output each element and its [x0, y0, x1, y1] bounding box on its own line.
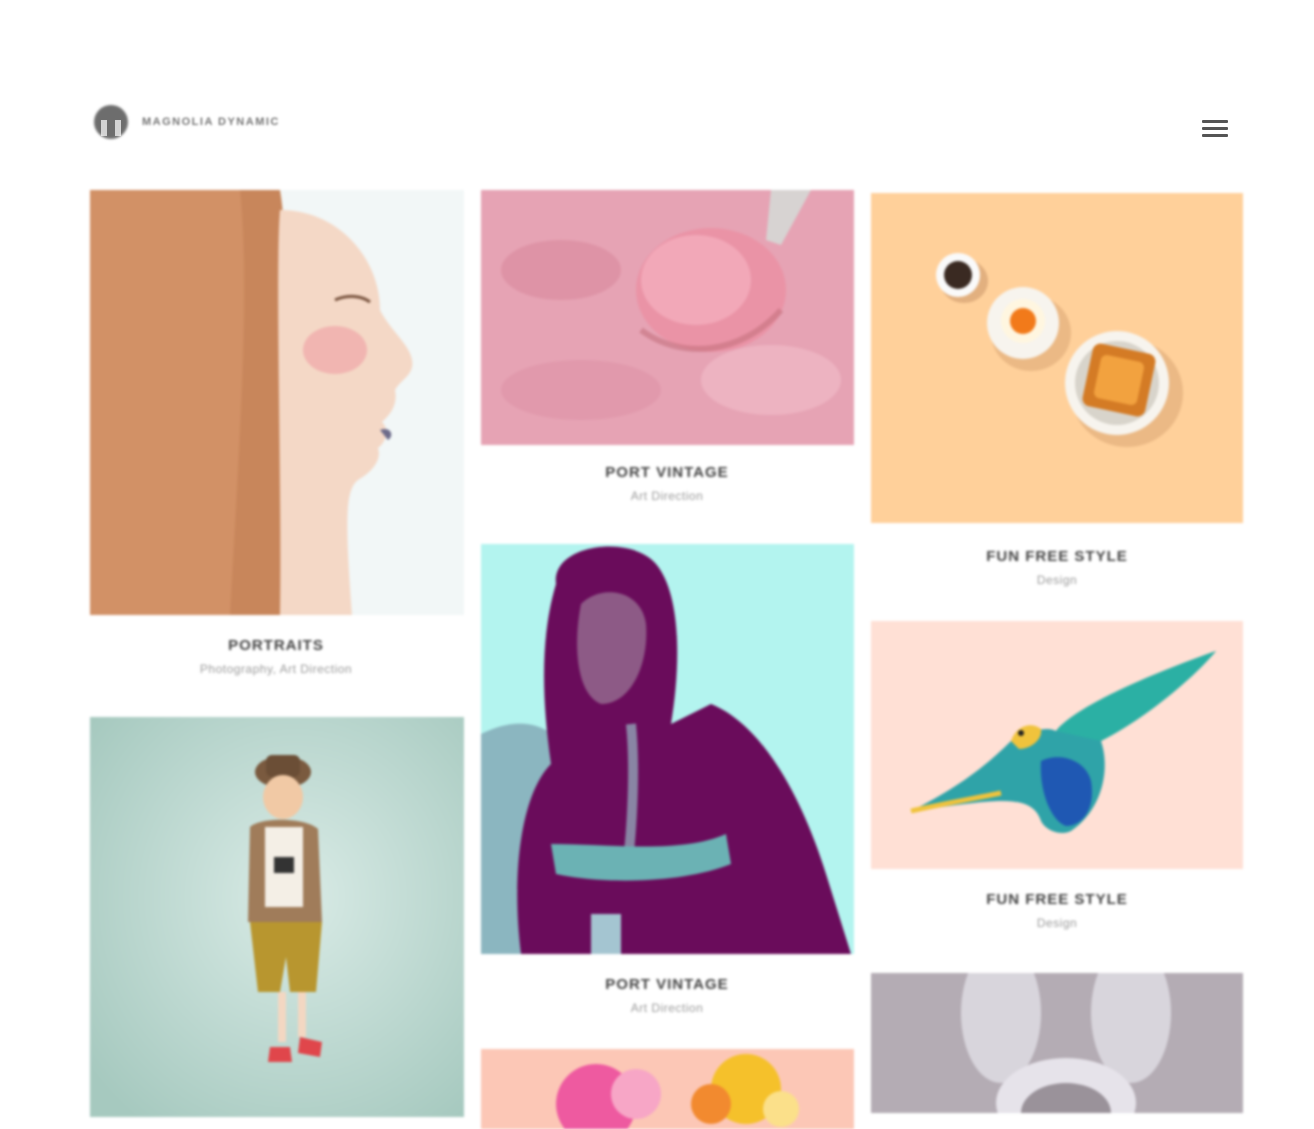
portfolio-item-category: Photography, Art Direction: [199, 662, 353, 676]
portfolio-item-category: Art Direction: [630, 489, 704, 503]
portfolio-item-child-image[interactable]: [90, 717, 464, 1117]
portfolio-item-ice-cream-image[interactable]: [481, 190, 854, 445]
portfolio-item-title[interactable]: FUN FREE STYLE: [871, 548, 1243, 565]
brand-logo[interactable]: MAGNOLIA DYNAMIC: [90, 102, 280, 142]
portfolio-item-bunny-ears-image[interactable]: [871, 973, 1243, 1113]
hamburger-menu-icon[interactable]: [1202, 120, 1228, 144]
portfolio-item-parrot-image[interactable]: [871, 621, 1243, 869]
portfolio-item-title[interactable]: PORT VINTAGE: [481, 976, 853, 993]
portfolio-item-flowers-image[interactable]: [481, 1049, 854, 1129]
portfolio-item-title[interactable]: PORTRAITS: [90, 637, 462, 654]
portfolio-item-portraits-image[interactable]: [90, 190, 464, 615]
portfolio-item-title[interactable]: PORT VINTAGE: [481, 464, 853, 481]
portfolio-item-title[interactable]: FUN FREE STYLE: [871, 891, 1243, 908]
portfolio-item-category: Design: [1036, 573, 1078, 587]
portfolio-item-duotone-woman-image[interactable]: [481, 544, 854, 954]
portfolio-item-category: Design: [1036, 916, 1078, 930]
portfolio-item-breakfast-image[interactable]: [871, 193, 1243, 523]
portfolio-item-category: Art Direction: [630, 1001, 704, 1015]
brand-name: MAGNOLIA DYNAMIC: [142, 116, 280, 128]
dragon-head-icon: [90, 102, 132, 142]
